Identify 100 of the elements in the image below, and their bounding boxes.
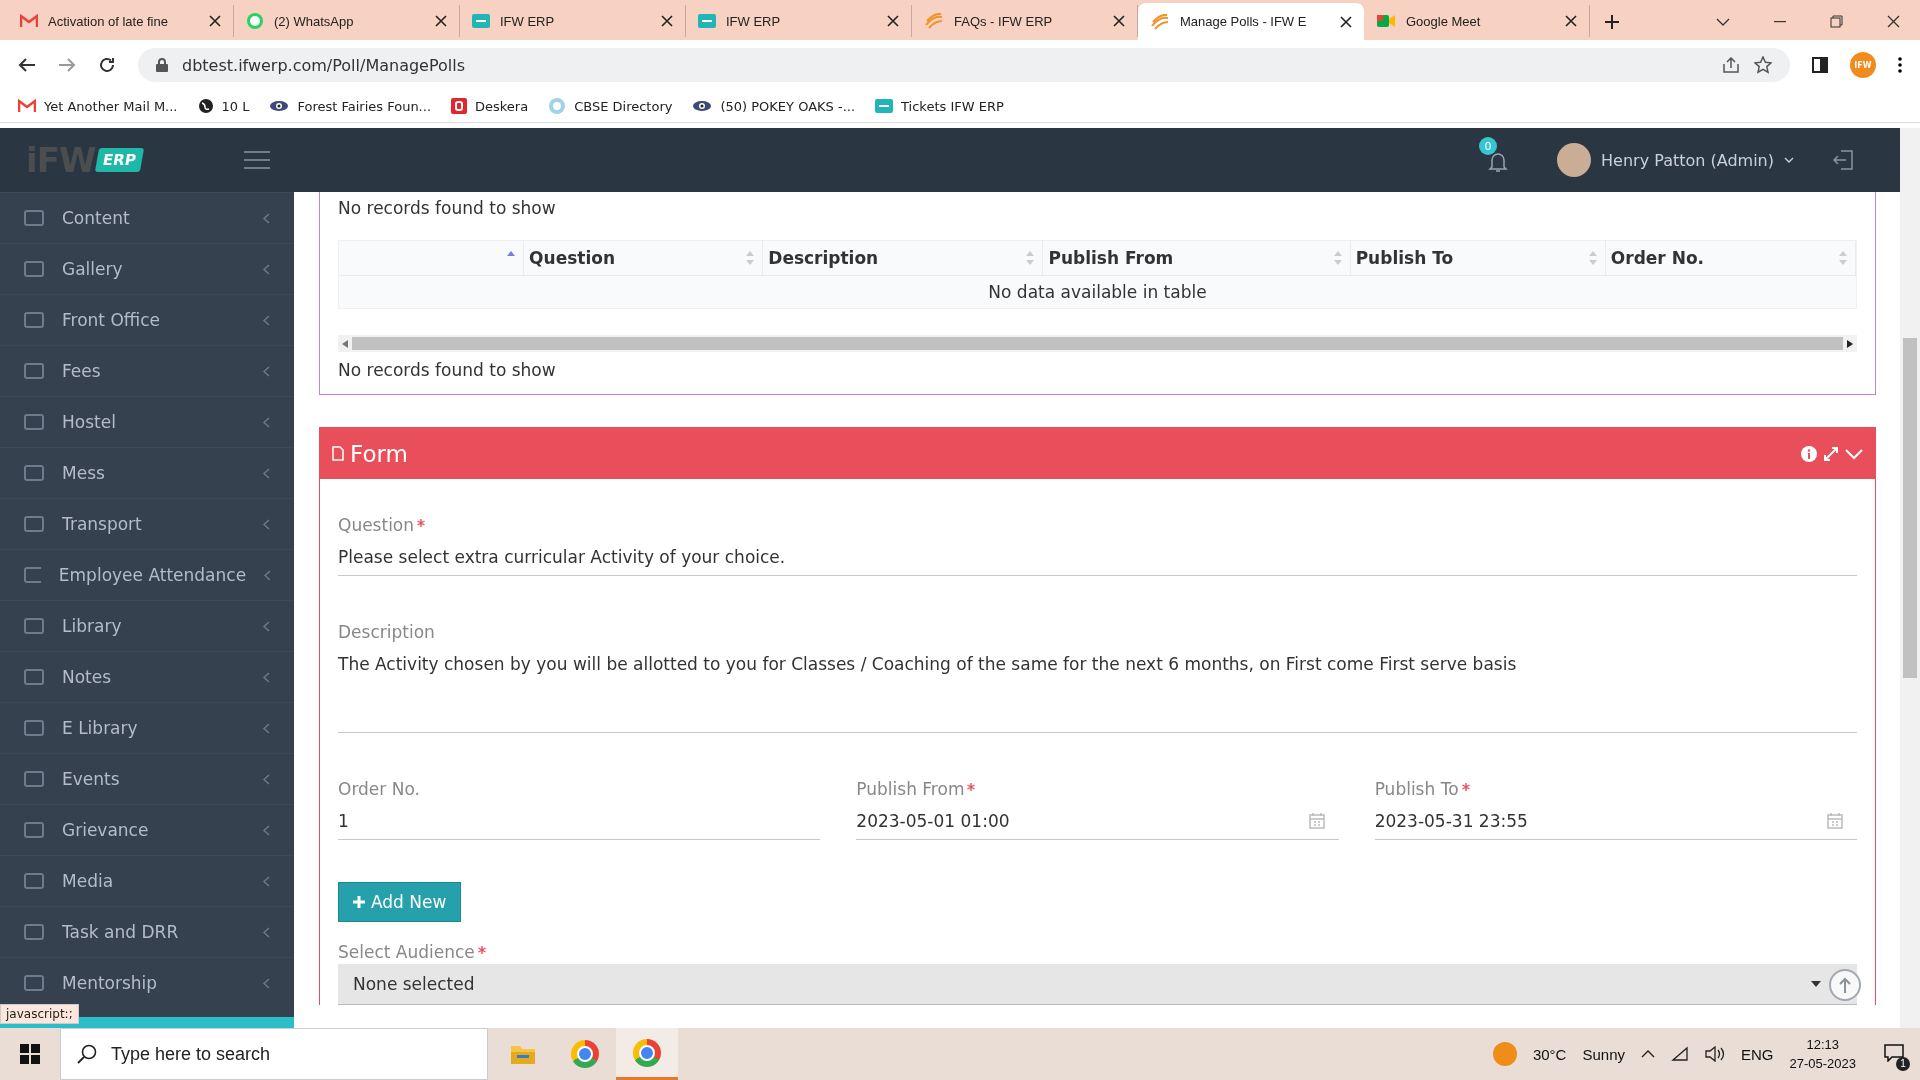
letter-tile-icon [451, 98, 467, 114]
restore-icon[interactable] [1830, 15, 1843, 28]
bookmark[interactable]: 10 L [197, 98, 250, 114]
browser-tab[interactable]: IFW ERP [460, 5, 686, 37]
column-header[interactable]: Order No. [1605, 241, 1856, 276]
chevron-left-icon [264, 569, 270, 581]
caret-down-icon [1811, 981, 1821, 987]
column-header[interactable]: Description [763, 241, 1044, 276]
text-area[interactable]: The Activity chosen by you will be allotted to you for Classes / Coaching of the same for the next 6 months, on First come First serve basis [338, 654, 1857, 733]
star-icon[interactable] [1754, 56, 1772, 74]
close-icon[interactable] [1340, 15, 1352, 28]
reload-icon[interactable] [98, 56, 116, 74]
input-field[interactable]: 1 [338, 811, 821, 840]
square-icon [24, 413, 44, 431]
bookmark[interactable]: Yet Another Mail M... [18, 98, 178, 114]
share-icon[interactable] [1722, 57, 1740, 73]
chevron-down-icon[interactable] [1716, 17, 1730, 26]
logout-icon[interactable] [1832, 149, 1854, 171]
taskbar-app[interactable] [616, 1028, 678, 1080]
windows-logo-icon[interactable] [20, 1044, 40, 1064]
scroll-right-icon[interactable] [1847, 339, 1853, 348]
column-header[interactable]: Publish To [1350, 241, 1606, 276]
expand-icon[interactable] [1823, 445, 1839, 462]
date-field[interactable]: 2023-05-31 23:55 [1374, 811, 1857, 840]
browser-icon [571, 1040, 599, 1068]
close-icon[interactable] [1113, 15, 1125, 27]
chevron-up-icon[interactable] [1641, 1050, 1655, 1058]
chevron-left-icon [263, 263, 270, 275]
weather-text[interactable]: Sunny [1582, 1045, 1625, 1063]
chevron-left-icon [263, 773, 270, 785]
user-menu[interactable]: Henry Patton (Admin) [1557, 143, 1794, 177]
column-header[interactable]: Publish From [1043, 241, 1351, 276]
field-label: Order No. [338, 779, 420, 799]
chevron-left-icon [263, 824, 270, 836]
input-field[interactable]: Please select extra curricular Activity of your choice. [338, 547, 1857, 576]
clock[interactable]: 12:13 27-05-2023 [1789, 1035, 1856, 1073]
close-icon[interactable] [209, 15, 221, 27]
column-header[interactable]: Question [524, 241, 764, 276]
browser-tab[interactable]: Activation of late fine [8, 5, 234, 37]
chevron-left-icon [263, 212, 270, 224]
close-icon[interactable] [435, 15, 447, 27]
bookmark[interactable]: CBSE Directory [548, 97, 673, 115]
notification-badge: 1 [1896, 1056, 1910, 1071]
browser-tab[interactable]: Manage Polls - IFW E [1138, 3, 1364, 40]
browser-tab[interactable]: IFW ERP [686, 5, 912, 37]
square-icon [24, 515, 44, 533]
new-tab-icon[interactable] [1604, 14, 1620, 30]
menu-icon[interactable] [244, 151, 270, 169]
more-menu-icon[interactable] [1898, 57, 1902, 73]
language-indicator[interactable]: ENG [1741, 1045, 1774, 1063]
close-icon[interactable] [1887, 15, 1900, 28]
chevron-left-icon [263, 671, 270, 683]
forward-arrow-icon[interactable] [58, 57, 76, 73]
square-icon [24, 923, 44, 941]
back-arrow-icon[interactable] [18, 57, 36, 73]
close-icon[interactable] [1565, 15, 1577, 27]
wifi-icon[interactable] [1671, 1046, 1689, 1062]
panel-title: Form [350, 440, 409, 467]
chevron-left-icon [263, 620, 270, 632]
square-icon [24, 770, 44, 788]
app-tile-icon [875, 99, 894, 113]
bookmark[interactable]: Forest Fairies Foun... [269, 98, 431, 114]
minimize-icon[interactable] [1774, 20, 1786, 23]
chevron-left-icon [263, 926, 270, 938]
search-icon [77, 1044, 97, 1064]
browser-icon [633, 1038, 661, 1067]
app-tile-icon [472, 14, 490, 28]
bookmark[interactable]: (50) POKEY OAKS -... [692, 98, 856, 114]
square-icon [24, 362, 44, 380]
swirl-icon [1150, 13, 1170, 30]
bookmark[interactable]: Tickets IFW ERP [875, 98, 1004, 114]
square-icon [24, 719, 44, 737]
search-field[interactable]: Type here to search [60, 1028, 488, 1080]
square-icon [24, 974, 44, 992]
close-icon[interactable] [661, 15, 673, 27]
scroll-to-top-button[interactable] [1829, 969, 1861, 1001]
bookmark[interactable]: Deskera [451, 98, 529, 114]
envelope-icon [18, 99, 36, 113]
info-icon[interactable] [1801, 445, 1817, 462]
caret-down-icon [1784, 157, 1794, 163]
browser-tab[interactable]: Google Meet [1364, 5, 1590, 37]
chevron-left-icon [263, 467, 270, 479]
chevron-left-icon [263, 416, 270, 428]
browser-tab[interactable]: (2) WhatsApp [234, 5, 460, 37]
chevron-left-icon [263, 314, 270, 326]
date-field[interactable]: 2023-05-01 01:00 [856, 811, 1339, 840]
sun-icon [1492, 1042, 1517, 1066]
bell-icon[interactable] [1488, 151, 1509, 173]
calendar-icon [1827, 813, 1843, 829]
calendar-icon [1308, 813, 1325, 829]
temperature[interactable]: 30°C [1532, 1045, 1567, 1063]
speaker-icon[interactable] [1705, 1046, 1725, 1062]
square-icon [24, 209, 44, 227]
page-scrollbar[interactable] [1900, 128, 1920, 1028]
scroll-left-icon[interactable] [342, 339, 348, 348]
close-icon[interactable] [887, 15, 899, 27]
horizontal-scrollbar[interactable] [338, 335, 1857, 352]
notification-badge: 0 [1479, 137, 1498, 155]
side-panel-icon[interactable] [1812, 57, 1828, 73]
address-bar[interactable]: dbtest.ifwerp.com/Poll/ManagePolls [138, 48, 1790, 82]
